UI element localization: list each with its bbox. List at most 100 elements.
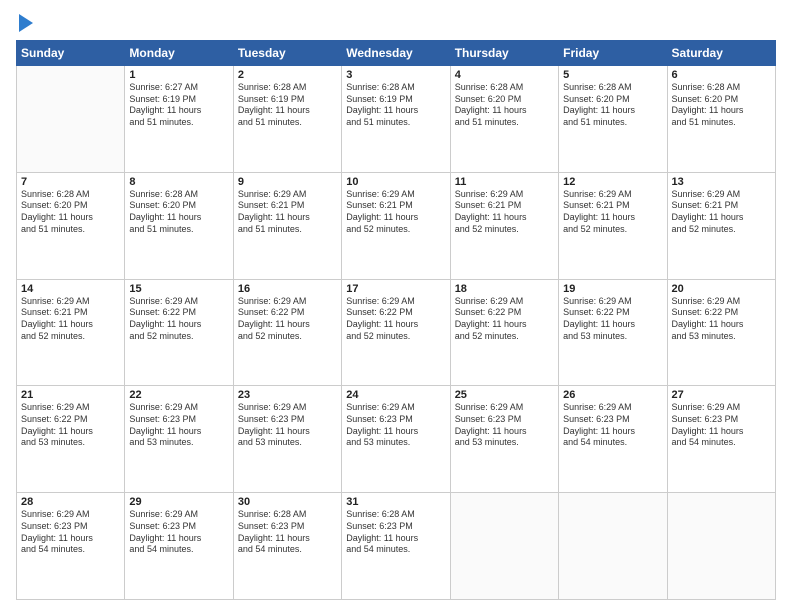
day-number: 7: [21, 176, 120, 188]
day-number: 10: [346, 176, 445, 188]
calendar-cell: 17Sunrise: 6:29 AM Sunset: 6:22 PM Dayli…: [342, 279, 450, 386]
day-number: 31: [346, 496, 445, 508]
calendar-cell: 13Sunrise: 6:29 AM Sunset: 6:21 PM Dayli…: [667, 172, 775, 279]
page: SundayMondayTuesdayWednesdayThursdayFrid…: [0, 0, 792, 612]
day-info: Sunrise: 6:29 AM Sunset: 6:21 PM Dayligh…: [21, 296, 120, 343]
calendar-cell: 11Sunrise: 6:29 AM Sunset: 6:21 PM Dayli…: [450, 172, 558, 279]
calendar-day-header: Monday: [125, 41, 233, 66]
calendar-day-header: Sunday: [17, 41, 125, 66]
calendar-day-header: Thursday: [450, 41, 558, 66]
calendar-cell: [559, 493, 667, 600]
day-number: 13: [672, 176, 771, 188]
day-number: 26: [563, 389, 662, 401]
day-info: Sunrise: 6:29 AM Sunset: 6:21 PM Dayligh…: [563, 189, 662, 236]
calendar-cell: 19Sunrise: 6:29 AM Sunset: 6:22 PM Dayli…: [559, 279, 667, 386]
day-number: 22: [129, 389, 228, 401]
calendar-cell: 9Sunrise: 6:29 AM Sunset: 6:21 PM Daylig…: [233, 172, 341, 279]
calendar-cell: 6Sunrise: 6:28 AM Sunset: 6:20 PM Daylig…: [667, 66, 775, 173]
calendar-cell: 28Sunrise: 6:29 AM Sunset: 6:23 PM Dayli…: [17, 493, 125, 600]
day-number: 3: [346, 69, 445, 81]
calendar-cell: 29Sunrise: 6:29 AM Sunset: 6:23 PM Dayli…: [125, 493, 233, 600]
day-number: 29: [129, 496, 228, 508]
calendar-cell: [17, 66, 125, 173]
day-number: 17: [346, 283, 445, 295]
header: [16, 16, 776, 32]
calendar-cell: [450, 493, 558, 600]
calendar-day-header: Saturday: [667, 41, 775, 66]
day-info: Sunrise: 6:27 AM Sunset: 6:19 PM Dayligh…: [129, 82, 228, 129]
calendar-week-row: 1Sunrise: 6:27 AM Sunset: 6:19 PM Daylig…: [17, 66, 776, 173]
calendar-cell: 10Sunrise: 6:29 AM Sunset: 6:21 PM Dayli…: [342, 172, 450, 279]
calendar-day-header: Friday: [559, 41, 667, 66]
calendar-cell: 12Sunrise: 6:29 AM Sunset: 6:21 PM Dayli…: [559, 172, 667, 279]
calendar-cell: 22Sunrise: 6:29 AM Sunset: 6:23 PM Dayli…: [125, 386, 233, 493]
day-info: Sunrise: 6:29 AM Sunset: 6:23 PM Dayligh…: [346, 402, 445, 449]
calendar-cell: 27Sunrise: 6:29 AM Sunset: 6:23 PM Dayli…: [667, 386, 775, 493]
day-number: 15: [129, 283, 228, 295]
day-number: 2: [238, 69, 337, 81]
calendar-week-row: 14Sunrise: 6:29 AM Sunset: 6:21 PM Dayli…: [17, 279, 776, 386]
calendar-week-row: 7Sunrise: 6:28 AM Sunset: 6:20 PM Daylig…: [17, 172, 776, 279]
calendar-cell: 30Sunrise: 6:28 AM Sunset: 6:23 PM Dayli…: [233, 493, 341, 600]
day-info: Sunrise: 6:28 AM Sunset: 6:20 PM Dayligh…: [21, 189, 120, 236]
day-number: 24: [346, 389, 445, 401]
day-number: 18: [455, 283, 554, 295]
day-info: Sunrise: 6:28 AM Sunset: 6:20 PM Dayligh…: [455, 82, 554, 129]
day-number: 30: [238, 496, 337, 508]
calendar-cell: 7Sunrise: 6:28 AM Sunset: 6:20 PM Daylig…: [17, 172, 125, 279]
day-number: 21: [21, 389, 120, 401]
calendar-cell: 15Sunrise: 6:29 AM Sunset: 6:22 PM Dayli…: [125, 279, 233, 386]
day-number: 20: [672, 283, 771, 295]
calendar-cell: 4Sunrise: 6:28 AM Sunset: 6:20 PM Daylig…: [450, 66, 558, 173]
day-number: 9: [238, 176, 337, 188]
day-number: 4: [455, 69, 554, 81]
day-info: Sunrise: 6:28 AM Sunset: 6:20 PM Dayligh…: [672, 82, 771, 129]
day-number: 8: [129, 176, 228, 188]
day-info: Sunrise: 6:29 AM Sunset: 6:23 PM Dayligh…: [563, 402, 662, 449]
day-number: 25: [455, 389, 554, 401]
day-info: Sunrise: 6:29 AM Sunset: 6:21 PM Dayligh…: [455, 189, 554, 236]
day-number: 16: [238, 283, 337, 295]
calendar-cell: 1Sunrise: 6:27 AM Sunset: 6:19 PM Daylig…: [125, 66, 233, 173]
day-info: Sunrise: 6:29 AM Sunset: 6:23 PM Dayligh…: [129, 402, 228, 449]
day-info: Sunrise: 6:28 AM Sunset: 6:20 PM Dayligh…: [129, 189, 228, 236]
day-number: 1: [129, 69, 228, 81]
day-number: 27: [672, 389, 771, 401]
day-info: Sunrise: 6:29 AM Sunset: 6:23 PM Dayligh…: [129, 509, 228, 556]
day-number: 12: [563, 176, 662, 188]
calendar-cell: 25Sunrise: 6:29 AM Sunset: 6:23 PM Dayli…: [450, 386, 558, 493]
day-info: Sunrise: 6:29 AM Sunset: 6:23 PM Dayligh…: [672, 402, 771, 449]
day-number: 23: [238, 389, 337, 401]
calendar-table: SundayMondayTuesdayWednesdayThursdayFrid…: [16, 40, 776, 600]
logo-arrow-icon: [19, 14, 33, 32]
day-info: Sunrise: 6:29 AM Sunset: 6:22 PM Dayligh…: [346, 296, 445, 343]
day-info: Sunrise: 6:29 AM Sunset: 6:22 PM Dayligh…: [455, 296, 554, 343]
calendar-cell: 16Sunrise: 6:29 AM Sunset: 6:22 PM Dayli…: [233, 279, 341, 386]
calendar-cell: 14Sunrise: 6:29 AM Sunset: 6:21 PM Dayli…: [17, 279, 125, 386]
day-info: Sunrise: 6:29 AM Sunset: 6:23 PM Dayligh…: [21, 509, 120, 556]
day-info: Sunrise: 6:29 AM Sunset: 6:21 PM Dayligh…: [238, 189, 337, 236]
day-info: Sunrise: 6:29 AM Sunset: 6:21 PM Dayligh…: [672, 189, 771, 236]
day-number: 11: [455, 176, 554, 188]
calendar-cell: [667, 493, 775, 600]
day-info: Sunrise: 6:29 AM Sunset: 6:23 PM Dayligh…: [238, 402, 337, 449]
calendar-cell: 18Sunrise: 6:29 AM Sunset: 6:22 PM Dayli…: [450, 279, 558, 386]
calendar-header-row: SundayMondayTuesdayWednesdayThursdayFrid…: [17, 41, 776, 66]
calendar-cell: 23Sunrise: 6:29 AM Sunset: 6:23 PM Dayli…: [233, 386, 341, 493]
day-info: Sunrise: 6:29 AM Sunset: 6:22 PM Dayligh…: [563, 296, 662, 343]
calendar-cell: 24Sunrise: 6:29 AM Sunset: 6:23 PM Dayli…: [342, 386, 450, 493]
calendar-cell: 3Sunrise: 6:28 AM Sunset: 6:19 PM Daylig…: [342, 66, 450, 173]
day-info: Sunrise: 6:29 AM Sunset: 6:21 PM Dayligh…: [346, 189, 445, 236]
day-number: 19: [563, 283, 662, 295]
calendar-week-row: 28Sunrise: 6:29 AM Sunset: 6:23 PM Dayli…: [17, 493, 776, 600]
calendar-day-header: Tuesday: [233, 41, 341, 66]
calendar-cell: 5Sunrise: 6:28 AM Sunset: 6:20 PM Daylig…: [559, 66, 667, 173]
day-info: Sunrise: 6:28 AM Sunset: 6:19 PM Dayligh…: [238, 82, 337, 129]
day-info: Sunrise: 6:28 AM Sunset: 6:23 PM Dayligh…: [238, 509, 337, 556]
day-info: Sunrise: 6:28 AM Sunset: 6:20 PM Dayligh…: [563, 82, 662, 129]
day-info: Sunrise: 6:28 AM Sunset: 6:19 PM Dayligh…: [346, 82, 445, 129]
calendar-week-row: 21Sunrise: 6:29 AM Sunset: 6:22 PM Dayli…: [17, 386, 776, 493]
calendar-cell: 8Sunrise: 6:28 AM Sunset: 6:20 PM Daylig…: [125, 172, 233, 279]
calendar-cell: 20Sunrise: 6:29 AM Sunset: 6:22 PM Dayli…: [667, 279, 775, 386]
day-info: Sunrise: 6:29 AM Sunset: 6:22 PM Dayligh…: [672, 296, 771, 343]
